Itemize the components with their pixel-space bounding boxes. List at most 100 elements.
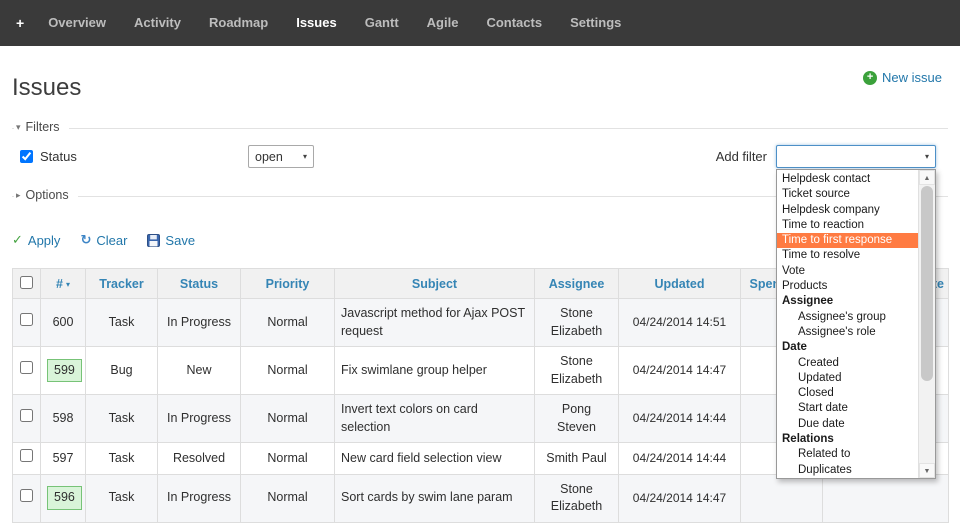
collapse-arrow-icon: ▾: [16, 122, 21, 133]
nav-item[interactable]: Overview: [34, 0, 120, 46]
dropdown-option[interactable]: Start date: [777, 401, 918, 416]
main-content: Issues + New issue ▾ Filters Status open…: [0, 64, 960, 523]
scrollbar-track[interactable]: [919, 185, 935, 463]
dropdown-option[interactable]: Time to first response: [777, 233, 918, 248]
dropdown-option[interactable]: Time to reaction: [777, 218, 918, 233]
assignee-cell: Stone Elizabeth: [535, 347, 619, 395]
nav-item[interactable]: Agile: [413, 0, 473, 46]
dropdown-option[interactable]: Updated: [777, 371, 918, 386]
check-icon: ✓: [12, 232, 23, 248]
subject-cell[interactable]: Sort cards by swim lane param: [335, 474, 535, 522]
subject-cell[interactable]: Javascript method for Ajax POST request: [335, 299, 535, 347]
issue-id[interactable]: 600: [53, 315, 74, 329]
priority-cell: Normal: [241, 395, 335, 443]
issue-id[interactable]: 596: [47, 486, 82, 510]
status-cell: New: [158, 347, 241, 395]
dropdown-option[interactable]: Assignee: [777, 294, 918, 309]
nav-item[interactable]: Gantt: [351, 0, 413, 46]
issue-id[interactable]: 598: [53, 411, 74, 425]
status-cell: In Progress: [158, 395, 241, 443]
dropdown-option[interactable]: Helpdesk contact: [777, 172, 918, 187]
nav-item[interactable]: Activity: [120, 0, 195, 46]
dropdown-option[interactable]: Vote: [777, 264, 918, 279]
col-header-assignee[interactable]: Assignee: [535, 269, 619, 299]
row-checkbox[interactable]: [20, 489, 33, 502]
dropdown-option[interactable]: Products: [777, 279, 918, 294]
priority-cell: Normal: [241, 443, 335, 475]
nav-items: Overview Activity Roadmap Issues Gantt A…: [34, 0, 635, 46]
apply-label: Apply: [28, 233, 61, 248]
dropdown-option[interactable]: Created: [777, 356, 918, 371]
filters-section: ▾ Filters Status open ▾ Add filter ▾: [12, 128, 948, 180]
col-header-tracker[interactable]: Tracker: [86, 269, 158, 299]
status-cell: In Progress: [158, 299, 241, 347]
status-filter: Status: [12, 149, 248, 164]
status-cell: In Progress: [158, 474, 241, 522]
tracker-cell: Task: [86, 474, 158, 522]
add-filter-dropdown: Helpdesk contact Ticket source Helpdesk …: [776, 169, 936, 479]
filters-toggle[interactable]: ▾ Filters: [14, 120, 69, 134]
row-select-cell: [13, 474, 41, 522]
subject-cell[interactable]: New card field selection view: [335, 443, 535, 475]
dropdown-option[interactable]: Assignee's group: [777, 310, 918, 325]
dropdown-option[interactable]: Closed: [777, 386, 918, 401]
nav-item[interactable]: Contacts: [472, 0, 556, 46]
nav-item[interactable]: Settings: [556, 0, 635, 46]
scroll-up-icon[interactable]: ▲: [919, 170, 935, 185]
add-filter-select[interactable]: ▾ Helpdesk contact Ticket source Helpdes…: [776, 145, 936, 168]
dropdown-option[interactable]: Duplicates: [777, 463, 918, 478]
updated-cell: 04/24/2014 14:44: [619, 395, 741, 443]
updated-cell: 04/24/2014 14:51: [619, 299, 741, 347]
status-operator-select[interactable]: open ▾: [248, 145, 314, 168]
row-select-cell: [13, 299, 41, 347]
clear-button[interactable]: ↻ Clear: [80, 232, 127, 248]
scroll-down-icon[interactable]: ▼: [919, 463, 935, 478]
save-button[interactable]: Save: [147, 233, 195, 248]
apply-button[interactable]: ✓ Apply: [12, 232, 60, 248]
id-cell: 597: [41, 443, 86, 475]
options-toggle[interactable]: ▸ Options: [14, 188, 78, 202]
dropdown-option[interactable]: Assignee's role: [777, 325, 918, 340]
quick-add-button[interactable]: +: [6, 0, 34, 46]
add-filter-group: Add filter ▾ Helpdesk contact Ticket sou…: [716, 145, 936, 168]
row-checkbox[interactable]: [20, 361, 33, 374]
col-header-subject[interactable]: Subject: [335, 269, 535, 299]
collapse-arrow-icon: ▸: [16, 190, 21, 201]
id-cell: 600: [41, 299, 86, 347]
issue-id[interactable]: 597: [53, 451, 74, 465]
dropdown-option[interactable]: Related to: [777, 447, 918, 462]
refresh-icon: ↻: [80, 232, 91, 248]
dropdown-option[interactable]: Date: [777, 340, 918, 355]
dropdown-option[interactable]: Helpdesk company: [777, 203, 918, 218]
issue-id[interactable]: 599: [47, 359, 82, 383]
col-header-id[interactable]: #▾: [41, 269, 86, 299]
col-header-status[interactable]: Status: [158, 269, 241, 299]
row-checkbox[interactable]: [20, 313, 33, 326]
col-header-select: [13, 269, 41, 299]
select-all-checkbox[interactable]: [20, 276, 33, 289]
filters-legend: Filters: [26, 120, 60, 134]
new-issue-button[interactable]: + New issue: [863, 70, 942, 85]
page-title: Issues: [12, 74, 81, 102]
col-header-updated[interactable]: Updated: [619, 269, 741, 299]
col-header-priority[interactable]: Priority: [241, 269, 335, 299]
dropdown-option[interactable]: Time to resolve: [777, 248, 918, 263]
scrollbar-thumb[interactable]: [921, 186, 933, 381]
dropdown-option[interactable]: Due date: [777, 417, 918, 432]
clear-label: Clear: [96, 233, 127, 248]
dropdown-option[interactable]: Relations: [777, 432, 918, 447]
status-filter-checkbox[interactable]: [20, 150, 33, 163]
dropdown-scrollbar[interactable]: ▲ ▼: [918, 170, 935, 478]
nav-item[interactable]: Roadmap: [195, 0, 282, 46]
subject-cell[interactable]: Invert text colors on card selection: [335, 395, 535, 443]
priority-cell: Normal: [241, 299, 335, 347]
id-cell: 596: [41, 474, 86, 522]
row-checkbox[interactable]: [20, 409, 33, 422]
subject-cell[interactable]: Fix swimlane group helper: [335, 347, 535, 395]
row-checkbox[interactable]: [20, 449, 33, 462]
nav-item[interactable]: Issues: [282, 0, 350, 46]
page-header: Issues + New issue: [12, 64, 948, 102]
status-filter-row: Status open ▾ Add filter ▾ Helpdesk cont…: [12, 145, 948, 168]
assignee-cell: Stone Elizabeth: [535, 474, 619, 522]
dropdown-option[interactable]: Ticket source: [777, 187, 918, 202]
